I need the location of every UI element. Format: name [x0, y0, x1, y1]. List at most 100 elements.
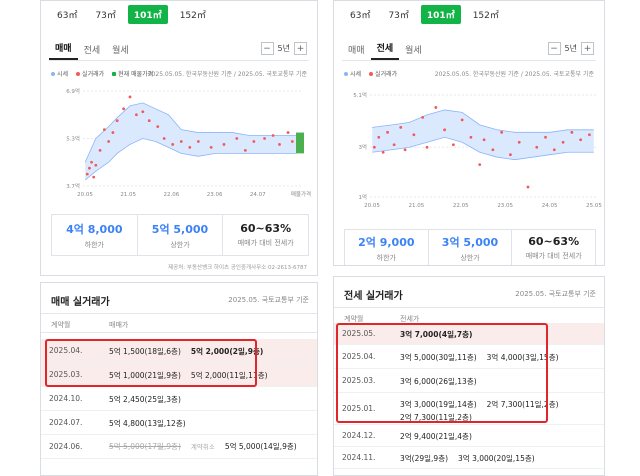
x-tick-label: 23.05	[497, 203, 513, 209]
jeonse-price-chart: 5.1억 3억 1억 20.05 21.05 22.05 23.05 24.05 25.05	[353, 91, 602, 209]
row-prices: 2억 9,400(21일,4층)	[400, 431, 598, 442]
actual-trade-point	[90, 160, 93, 164]
trade-tab-0[interactable]: 매매	[49, 37, 78, 60]
price-entry: 2억 9,400(21일,4층)	[400, 432, 472, 441]
actual-trade-point	[421, 115, 425, 119]
size-tab-3[interactable]: 152㎡	[467, 5, 505, 24]
actual-trade-point	[526, 185, 530, 189]
size-tab-1[interactable]: 73㎡	[382, 5, 414, 24]
x-tick-label: 20.05	[364, 203, 380, 209]
actual-trade-point	[115, 119, 119, 123]
trade-tab-1[interactable]: 전세	[370, 37, 400, 60]
stat-ratio: 60~63% 매매가 대비 전세가	[237, 222, 294, 247]
actual-trade-point	[252, 140, 256, 143]
row-date: 2024.11.	[342, 453, 376, 462]
price-entry: 5억 5,000(14일,9층)	[224, 442, 297, 451]
table-header: 계약월 매매가	[41, 313, 317, 333]
table-row: 2024.07. 5억 4,800(13일,12층)	[41, 411, 317, 435]
actual-trade-point	[263, 137, 266, 140]
period-plus-button[interactable]: +	[294, 42, 307, 55]
stat-lower: 4억 8,000 하한가	[52, 215, 138, 255]
trade-tab-0[interactable]: 매매	[342, 39, 371, 60]
chart-legend: 시세 실거래가	[344, 69, 397, 78]
trade-tab-2[interactable]: 월세	[106, 39, 135, 60]
row-prices: 3억(29일,9층) 3억 3,000(20일,15층)	[400, 453, 598, 464]
row-prices: 5억 5,000(17일,9층) 계약취소 5억 5,000(14일,9층)	[109, 441, 311, 452]
period-value: 5년	[564, 44, 577, 53]
actual-trade-point	[235, 137, 239, 140]
actual-trade-point	[147, 119, 151, 123]
size-tabs: 63㎡ 73㎡ 101㎡ 152㎡	[334, 1, 505, 27]
stat-lower: 2억 9,000 하한가	[345, 230, 429, 265]
x-tick-label: 23.06	[207, 192, 223, 198]
size-tab-2[interactable]: 101㎡	[127, 4, 168, 24]
sale-price-chart: 6.9억 5.3억 3.7억 20.05 21.05 22.06 23.06 24.07 매물가…	[66, 87, 311, 198]
row-prices: 5억 2,450(25일,3층)	[109, 394, 311, 405]
actual-trade-point	[88, 166, 91, 170]
stat-upper: 3억 5,000 상한가	[429, 230, 513, 265]
x-tick-label: 22.05	[453, 203, 469, 209]
actual-trade-point	[460, 118, 464, 122]
market-band	[372, 109, 594, 160]
x-tick-label: 24.07	[250, 192, 266, 198]
actual-trade-point	[243, 148, 247, 152]
table-row: 2024.06. 5억 5,000(17일,9층) 계약취소 5억 5,000(14일…	[41, 435, 317, 459]
actual-trade-point	[122, 107, 125, 111]
size-tab-0[interactable]: 63㎡	[51, 5, 83, 24]
stat-upper: 5억 5,000 상한가	[138, 215, 224, 255]
size-tab-0[interactable]: 63㎡	[344, 5, 376, 24]
jeonse-chart-panel: 63㎡ 73㎡ 101㎡ 152㎡ 매매 전세 월세 − 5년 + 시세 실거래가 202…	[333, 0, 605, 266]
actual-trade-point	[570, 130, 574, 134]
actual-trade-point	[412, 133, 416, 137]
period-minus-button[interactable]: −	[260, 42, 274, 55]
actual-trade-point	[544, 135, 547, 139]
actual-trade-point	[478, 163, 482, 167]
table-source: 2025.05. 국토교통부 기준	[515, 290, 596, 298]
size-tab-2[interactable]: 101㎡	[420, 4, 461, 24]
period-plus-button[interactable]: +	[581, 42, 594, 55]
price-entry: 5억 2,450(25일,3층)	[109, 395, 181, 404]
actual-trade-point	[381, 150, 385, 154]
actual-trade-point	[377, 135, 381, 139]
actual-trade-point	[372, 145, 376, 149]
actual-trade-point	[107, 140, 111, 143]
actual-trade-point	[451, 143, 455, 147]
actual-trade-point	[85, 172, 89, 176]
actual-trade-point	[94, 163, 98, 167]
actual-trade-point	[134, 113, 138, 117]
actual-trade-point	[517, 140, 521, 144]
actual-trade-point	[188, 146, 192, 149]
x-tick-label: 25.05	[586, 203, 602, 209]
trade-tab-2[interactable]: 월세	[399, 39, 428, 60]
actual-trade-point	[92, 175, 96, 179]
legend-actual: 실거래가	[369, 69, 397, 78]
size-tab-3[interactable]: 152㎡	[174, 5, 212, 24]
highlight-box	[45, 339, 257, 387]
actual-trade-point	[443, 128, 447, 132]
actual-trade-point	[535, 145, 539, 149]
actual-trade-point	[588, 133, 591, 137]
col-date: 계약월	[51, 321, 71, 329]
period-control: − 5년 +	[260, 42, 307, 55]
cancel-label: 계약취소	[190, 443, 215, 451]
table-source: 2025.05. 국토교통부 기준	[228, 296, 309, 304]
actual-trade-point	[399, 125, 403, 129]
actual-trade-point	[98, 148, 102, 152]
chart-source: 2025.05.05. 한국부동산원 기준 / 2025.05. 국토교통부 기…	[147, 71, 307, 78]
actual-trade-point	[386, 130, 389, 134]
legend-market: 시세	[51, 69, 68, 78]
y-tick-label: 1억	[358, 193, 367, 201]
table-row: 2024.10. 5억 2,450(25일,3층)	[41, 387, 317, 411]
trade-tab-1[interactable]: 전세	[78, 39, 107, 60]
actual-trade-point	[162, 137, 166, 140]
listing-price-bar	[296, 132, 304, 154]
actual-trade-point	[403, 148, 407, 152]
period-minus-button[interactable]: −	[547, 42, 561, 55]
legend-market: 시세	[344, 69, 361, 78]
price-stats: 2억 9,000 하한가 3억 5,000 상한가 60~63% 매매가 대비 전세가	[344, 229, 596, 265]
y-tick-label: 5.3억	[66, 135, 80, 143]
actual-trade-point	[156, 125, 160, 129]
size-tab-1[interactable]: 73㎡	[89, 5, 121, 24]
actual-trade-point	[102, 128, 106, 131]
col-price: 매매가	[109, 321, 129, 329]
